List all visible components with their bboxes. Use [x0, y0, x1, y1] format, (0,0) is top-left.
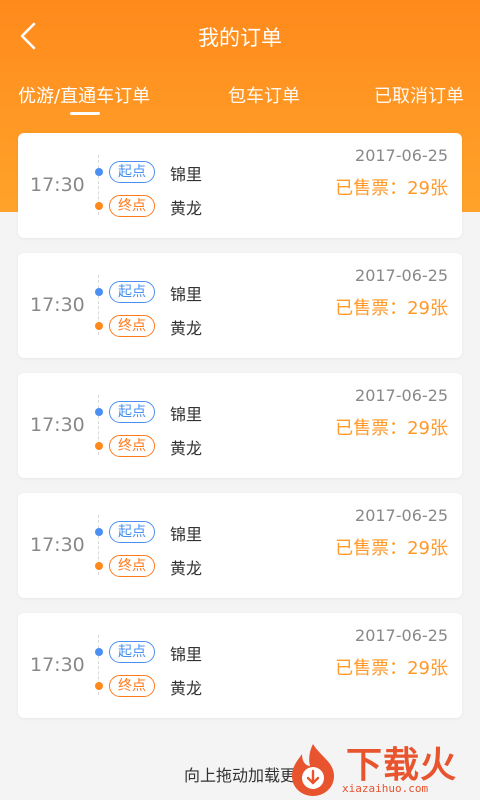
start-tag: 起点 — [109, 281, 155, 303]
tickets-sold: 已售票：29张 — [335, 658, 448, 679]
departure-time: 17:30 — [30, 534, 85, 556]
departure-time: 17:30 — [30, 294, 85, 316]
watermark-text: 下载火 — [346, 745, 458, 786]
tickets-sold: 已售票：29张 — [335, 178, 448, 199]
tab-charter-orders[interactable]: 包车订单 — [228, 72, 300, 124]
active-tab-indicator — [70, 112, 100, 115]
order-date: 2017-06-25 — [355, 266, 448, 285]
end-dot-icon — [95, 442, 103, 450]
order-card[interactable]: 17:30 起点 终点 锦里 黄龙 2017-06-25 已售票：29张 — [18, 493, 462, 598]
end-place: 黄龙 — [170, 679, 203, 698]
tickets-sold: 已售票：29张 — [335, 418, 448, 439]
tab-bus-orders[interactable]: 优游/直通车订单 — [18, 72, 150, 124]
order-date: 2017-06-25 — [355, 386, 448, 405]
flame-logo-icon — [292, 744, 334, 796]
watermark-logo: 下载火 xiazaihuo.com — [282, 732, 480, 800]
end-place: 黄龙 — [170, 199, 203, 218]
tickets-sold: 已售票：29张 — [335, 538, 448, 559]
end-place: 黄龙 — [170, 559, 203, 578]
order-list: 17:30 起点 终点 锦里 黄龙 2017-06-25 已售票：29张 17:… — [18, 133, 462, 733]
order-date: 2017-06-25 — [355, 506, 448, 525]
end-tag: 终点 — [109, 555, 155, 577]
end-dot-icon — [95, 202, 103, 210]
end-dot-icon — [95, 562, 103, 570]
start-tag: 起点 — [109, 161, 155, 183]
tickets-sold: 已售票：29张 — [335, 298, 448, 319]
order-date: 2017-06-25 — [355, 626, 448, 645]
start-place: 锦里 — [170, 165, 203, 184]
end-dot-icon — [95, 682, 103, 690]
start-place: 锦里 — [170, 285, 203, 304]
page-title: 我的订单 — [198, 26, 282, 50]
start-place: 锦里 — [170, 405, 203, 424]
end-tag: 终点 — [109, 195, 155, 217]
end-place: 黄龙 — [170, 439, 203, 458]
start-place: 锦里 — [170, 645, 203, 664]
end-tag: 终点 — [109, 435, 155, 457]
start-dot-icon — [95, 648, 103, 656]
start-dot-icon — [95, 288, 103, 296]
departure-time: 17:30 — [30, 654, 85, 676]
end-tag: 终点 — [109, 315, 155, 337]
start-dot-icon — [95, 528, 103, 536]
order-card[interactable]: 17:30 起点 终点 锦里 黄龙 2017-06-25 已售票：29张 — [18, 373, 462, 478]
app-header: 我的订单 — [0, 0, 480, 72]
order-card[interactable]: 17:30 起点 终点 锦里 黄龙 2017-06-25 已售票：29张 — [18, 253, 462, 358]
start-dot-icon — [95, 168, 103, 176]
start-tag: 起点 — [109, 401, 155, 423]
end-tag: 终点 — [109, 675, 155, 697]
order-tabs: 优游/直通车订单 包车订单 已取消订单 — [0, 72, 480, 124]
departure-time: 17:30 — [30, 414, 85, 436]
watermark-url: xiazaihuo.com — [342, 782, 429, 795]
tab-cancelled-orders[interactable]: 已取消订单 — [374, 72, 464, 124]
order-card[interactable]: 17:30 起点 终点 锦里 黄龙 2017-06-25 已售票：29张 — [18, 613, 462, 718]
departure-time: 17:30 — [30, 174, 85, 196]
order-date: 2017-06-25 — [355, 146, 448, 165]
order-card[interactable]: 17:30 起点 终点 锦里 黄龙 2017-06-25 已售票：29张 — [18, 133, 462, 238]
end-place: 黄龙 — [170, 319, 203, 338]
start-tag: 起点 — [109, 521, 155, 543]
start-place: 锦里 — [170, 525, 203, 544]
start-dot-icon — [95, 408, 103, 416]
start-tag: 起点 — [109, 641, 155, 663]
end-dot-icon — [95, 322, 103, 330]
